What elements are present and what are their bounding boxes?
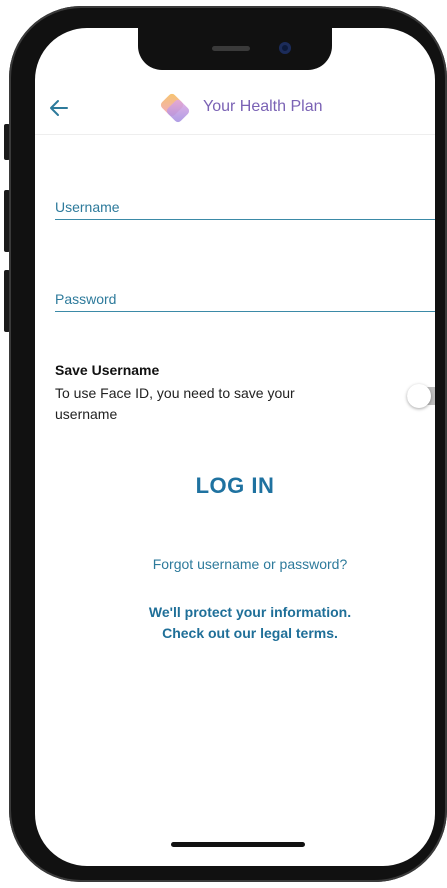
legal-line-1: We'll protect your information. bbox=[148, 604, 352, 620]
front-camera bbox=[279, 42, 291, 54]
save-username-description: To use Face ID, you need to save your us… bbox=[55, 385, 295, 422]
username-field[interactable]: Username bbox=[55, 193, 435, 221]
legal-terms-link[interactable]: We'll protect your information. Check ou… bbox=[35, 602, 435, 644]
speaker-grille bbox=[212, 46, 250, 51]
back-button[interactable] bbox=[45, 94, 73, 122]
notch bbox=[138, 28, 332, 70]
app-title: Your Health Plan bbox=[203, 98, 323, 115]
phone-frame: Your Health Plan Username Password Save … bbox=[9, 6, 447, 882]
password-input[interactable] bbox=[55, 285, 435, 313]
password-field[interactable]: Password bbox=[55, 285, 435, 313]
device-mockup: Your Health Plan Username Password Save … bbox=[0, 0, 447, 888]
home-indicator bbox=[171, 842, 305, 847]
username-input[interactable] bbox=[55, 193, 435, 221]
forgot-credentials-link[interactable]: Forgot username or password? bbox=[35, 556, 435, 572]
health-plan-logo bbox=[155, 90, 195, 130]
arrow-left-icon bbox=[50, 100, 68, 116]
save-username-toggle[interactable] bbox=[407, 384, 435, 408]
app-header: Your Health Plan bbox=[35, 84, 435, 135]
save-username-title: Save Username bbox=[55, 362, 160, 378]
app-screen: Your Health Plan Username Password Save … bbox=[35, 28, 435, 866]
legal-line-2: Check out our legal terms. bbox=[162, 625, 338, 641]
toggle-knob bbox=[407, 384, 431, 408]
login-button[interactable]: LOG IN bbox=[135, 466, 335, 506]
